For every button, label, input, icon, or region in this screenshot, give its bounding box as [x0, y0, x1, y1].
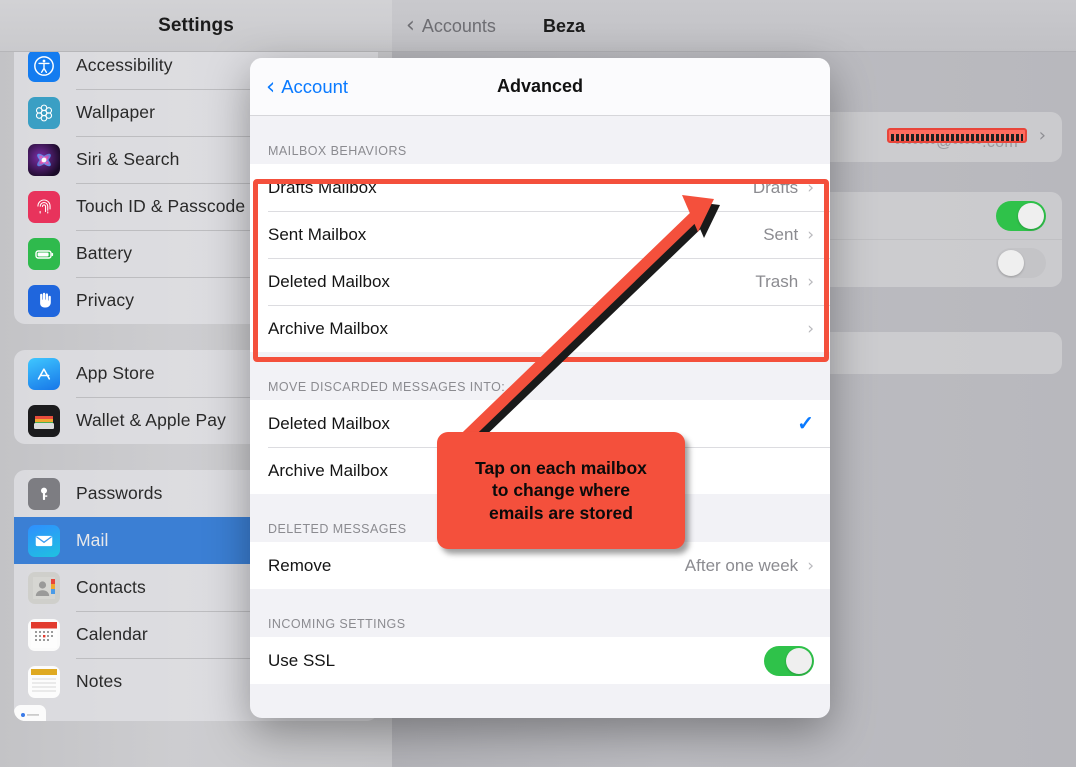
advanced-settings-modal: ‹ Account Advanced MAILBOX BEHAVIORS Dra…: [250, 58, 830, 718]
modal-back-label: Account: [281, 76, 349, 97]
row-value: After one week: [684, 555, 799, 575]
row-label: Archive Mailbox: [268, 318, 388, 338]
row-value: Drafts: [752, 177, 799, 197]
row-label: Deleted Mailbox: [268, 271, 390, 291]
sidebar-item-label: Calendar: [76, 624, 148, 644]
mail-envelope-icon: [28, 524, 60, 557]
toggle-knob: [998, 249, 1024, 276]
instruction-callout: Tap on each mailbox to change where emai…: [437, 432, 685, 549]
row-label: Use SSL: [268, 650, 336, 670]
reminders-icon: [14, 705, 46, 721]
appstore-icon: [28, 357, 60, 390]
sidebar-item-label: Touch ID & Passcode: [76, 196, 246, 216]
row-use-ssl[interactable]: Use SSL: [250, 637, 830, 684]
sidebar-item-label: Wallpaper: [76, 102, 156, 122]
row-sent-mailbox[interactable]: Sent Mailbox Sent ›: [250, 211, 830, 258]
row-label: Remove: [268, 555, 332, 575]
toggle-knob: [1018, 202, 1044, 229]
toggle-switch-on[interactable]: [996, 200, 1046, 231]
modal-back-button[interactable]: ‹ Account: [266, 58, 348, 116]
wallet-icon: [28, 404, 60, 437]
modal-header: ‹ Account Advanced: [250, 58, 830, 116]
touchid-icon: [28, 190, 60, 223]
row-value: Trash: [755, 271, 799, 291]
chevron-right-icon: ›: [807, 318, 814, 339]
privacy-hand-icon: [28, 284, 60, 317]
section-deleted-messages: Remove After one week ›: [250, 542, 830, 589]
modal-body[interactable]: MAILBOX BEHAVIORS Drafts Mailbox Drafts …: [250, 116, 830, 718]
contacts-icon: [28, 571, 60, 604]
chevron-right-icon: ›: [807, 224, 814, 245]
section-incoming-settings: Use SSL: [250, 637, 830, 684]
row-deleted-mailbox[interactable]: Deleted Mailbox Trash ›: [250, 258, 830, 305]
battery-icon: [28, 237, 60, 270]
notes-icon: [28, 665, 60, 698]
section-header-move-discarded: MOVE DISCARDED MESSAGES INTO:: [268, 380, 506, 394]
calendar-icon: [28, 618, 60, 651]
chevron-right-icon: ›: [807, 177, 814, 198]
passwords-key-icon: [28, 477, 60, 510]
redaction-mark: [886, 128, 1027, 143]
sidebar-item-label: Mail: [76, 530, 109, 550]
detail-title: Beza: [542, 15, 586, 36]
sidebar-item-label: Battery: [76, 243, 133, 263]
row-label: Deleted Mailbox: [268, 413, 390, 433]
row-label: Sent Mailbox: [268, 224, 367, 244]
chevron-right-icon: ›: [1038, 125, 1046, 146]
sidebar-title: Settings: [158, 14, 234, 36]
row-drafts-mailbox[interactable]: Drafts Mailbox Drafts ›: [250, 164, 830, 211]
use-ssl-toggle[interactable]: [764, 645, 814, 676]
chevron-right-icon: ›: [807, 271, 814, 292]
section-mailbox-behaviors: Drafts Mailbox Drafts › Sent Mailbox Sen…: [250, 164, 830, 352]
chevron-right-icon: ›: [807, 555, 814, 576]
accessibility-icon: [28, 52, 60, 82]
section-header-mailbox-behaviors: MAILBOX BEHAVIORS: [268, 144, 407, 158]
sidebar-item-label: Accessibility: [76, 55, 173, 75]
siri-icon: [28, 143, 60, 176]
sidebar-item-label: Contacts: [76, 577, 146, 597]
row-label: Drafts Mailbox: [268, 177, 377, 197]
row-archive-mailbox[interactable]: Archive Mailbox ›: [250, 305, 830, 352]
sidebar-header: Settings: [0, 0, 392, 52]
chevron-left-icon: ‹: [266, 73, 276, 100]
sidebar-item-label: App Store: [76, 363, 155, 383]
detail-header: ‹ Accounts Beza: [392, 0, 1076, 52]
row-value: Sent: [763, 224, 799, 244]
sidebar-item-label: Passwords: [76, 483, 163, 503]
sidebar-item-label: Wallet & Apple Pay: [76, 410, 226, 430]
toggle-knob: [786, 647, 812, 674]
section-header-incoming-settings: INCOMING SETTINGS: [268, 617, 406, 631]
sidebar-item-label: Siri & Search: [76, 149, 180, 169]
sidebar-item-label: Notes: [76, 671, 123, 691]
toggle-switch-off[interactable]: [996, 247, 1046, 278]
row-remove[interactable]: Remove After one week ›: [250, 542, 830, 589]
checkmark-icon: ✓: [797, 413, 814, 435]
callout-text: Tap on each mailbox to change where emai…: [475, 457, 647, 523]
wallpaper-icon: [28, 96, 60, 129]
sidebar-item-label: Privacy: [76, 290, 135, 310]
